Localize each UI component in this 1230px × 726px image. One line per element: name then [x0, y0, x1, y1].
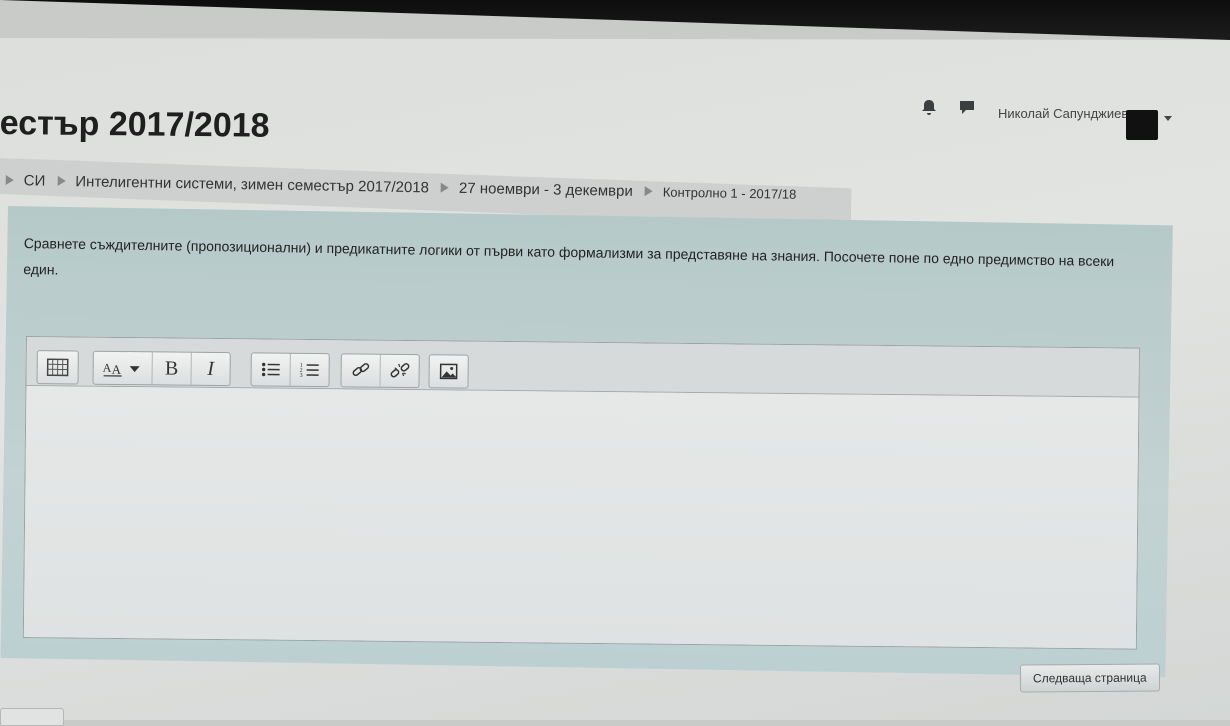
svg-text:3: 3 — [300, 373, 303, 379]
show-more-icon[interactable] — [38, 351, 78, 383]
next-page-button[interactable]: Следваща страница — [1019, 663, 1160, 693]
unordered-list-icon[interactable] — [251, 353, 291, 386]
toolbar-group-more — [36, 350, 79, 385]
monitor-bezel — [0, 0, 1230, 40]
svg-text:A: A — [112, 362, 122, 377]
toolbar-group-lists: 123 — [250, 352, 330, 388]
breadcrumb-item-quiz[interactable]: Контролно 1 - 2017/18 — [663, 184, 797, 201]
breadcrumb-item-course[interactable]: Интелигентни системи, зимен семестър 201… — [75, 173, 429, 196]
breadcrumb-item-week[interactable]: 27 ноември - 3 декември — [459, 179, 633, 199]
caret-down-icon[interactable] — [1164, 116, 1172, 121]
answer-editor: AA B I 123 — [22, 336, 1140, 650]
partial-button[interactable] — [0, 708, 64, 726]
unlink-icon[interactable] — [380, 355, 418, 387]
editor-content-area[interactable] — [23, 386, 1139, 649]
toolbar-group-format: AA B I — [92, 350, 231, 387]
bold-icon[interactable]: B — [152, 352, 192, 385]
bell-icon[interactable] — [920, 98, 938, 116]
breadcrumb-separator-icon — [57, 175, 66, 187]
toolbar-group-media — [428, 354, 469, 389]
user-name[interactable]: Николай Сапунджиев — [998, 106, 1128, 121]
link-icon[interactable] — [341, 354, 381, 387]
top-navbar: Николай Сапунджиев — [0, 40, 1230, 140]
image-icon[interactable] — [429, 355, 467, 387]
chat-bubble-icon[interactable] — [958, 98, 976, 116]
toolbar-group-links — [340, 353, 420, 389]
breadcrumb-separator-icon — [644, 186, 653, 197]
svg-text:A: A — [103, 361, 112, 375]
breadcrumb-item-si[interactable]: СИ — [24, 172, 46, 189]
page-title: естър 2017/2018 — [0, 104, 270, 145]
breadcrumb-separator-icon — [440, 182, 450, 193]
font-style-icon[interactable]: AA — [93, 351, 153, 385]
ordered-list-icon[interactable]: 123 — [290, 354, 328, 386]
breadcrumb-separator-icon — [5, 174, 14, 186]
italic-icon[interactable]: I — [191, 353, 229, 385]
avatar[interactable] — [1126, 110, 1158, 140]
